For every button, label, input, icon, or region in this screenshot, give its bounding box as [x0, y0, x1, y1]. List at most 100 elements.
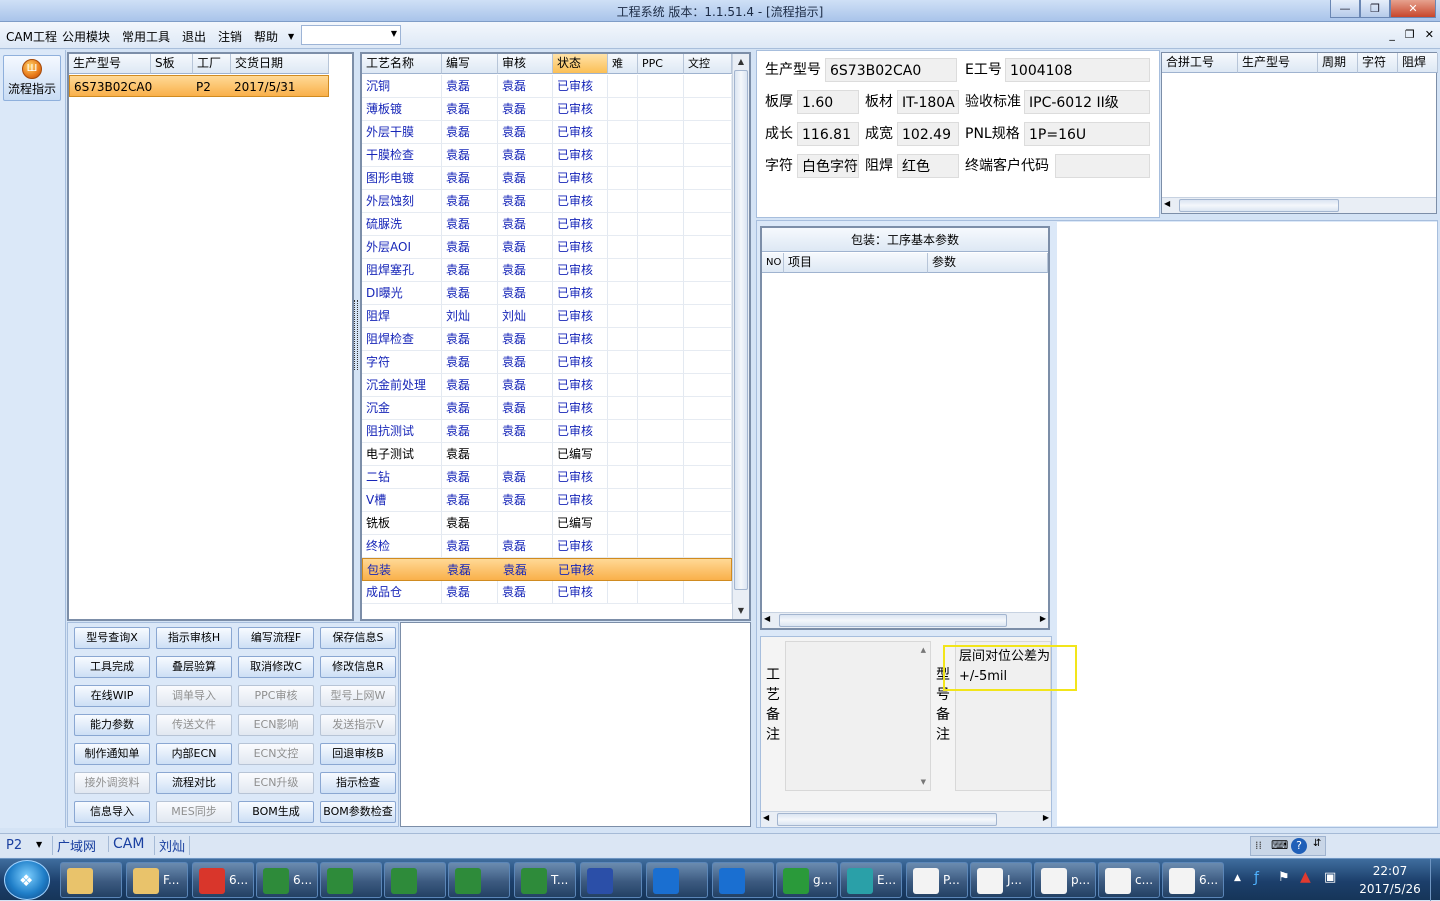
col-header-doc-control[interactable]: 文控	[684, 54, 732, 74]
table-row[interactable]: 图形电镀 袁磊 袁磊 已审核	[362, 167, 732, 190]
value-thickness[interactable]: 1.60	[797, 90, 859, 114]
taskbar-app[interactable]	[646, 862, 708, 898]
process-remark-textarea[interactable]: ▲ ▼	[785, 641, 931, 791]
col-header-merge-no[interactable]: 合拼工号	[1162, 53, 1238, 73]
table-row[interactable]: 终检 袁磊 袁磊 已审核	[362, 535, 732, 558]
action-button[interactable]: ECN影响	[238, 714, 314, 736]
action-button[interactable]: 能力参数	[74, 714, 150, 736]
value-model[interactable]: 6S73B02CA0	[825, 58, 957, 82]
table-row[interactable]: 字符 袁磊 袁磊 已审核	[362, 351, 732, 374]
taskbar-app[interactable]: 6...	[1162, 862, 1224, 898]
action-button[interactable]: 信息导入	[74, 801, 150, 823]
table-row[interactable]: 干膜检查 袁磊 袁磊 已审核	[362, 144, 732, 167]
taskbar-app[interactable]	[580, 862, 642, 898]
value-standard[interactable]: IPC-6012 II级	[1024, 90, 1150, 114]
taskbar-app[interactable]: T...	[514, 862, 576, 898]
action-button[interactable]: 回退审核B	[320, 743, 396, 765]
table-row[interactable]: 电子测试 袁磊 已编写	[362, 443, 732, 466]
mdi-close-icon[interactable]: ✕	[1425, 28, 1434, 41]
taskbar-app[interactable]	[712, 862, 774, 898]
col-header-param[interactable]: 参数	[928, 253, 1048, 273]
action-button[interactable]: 工具完成	[74, 656, 150, 678]
taskbar-app[interactable]: g...	[776, 862, 838, 898]
col-header-factory[interactable]: 工厂	[193, 54, 231, 74]
taskbar-app[interactable]: E...	[840, 862, 902, 898]
col-header-writer[interactable]: 编写	[442, 54, 498, 74]
col-header-s[interactable]: S板	[151, 54, 193, 74]
tray-expand-icon[interactable]: ▲	[1234, 873, 1241, 883]
action-button[interactable]: 内部ECN	[156, 743, 232, 765]
table-row[interactable]: 外层AOI 袁磊 袁磊 已审核	[362, 236, 732, 259]
col-header-merge-model[interactable]: 生产型号	[1238, 53, 1318, 73]
col-header-difficulty[interactable]: 难	[608, 54, 638, 74]
action-button[interactable]: 型号查询X	[74, 627, 150, 649]
close-button[interactable]: ✕	[1390, 0, 1436, 18]
table-row[interactable]: 包装 袁磊 袁磊 已审核	[362, 558, 732, 581]
value-length[interactable]: 116.81	[797, 122, 859, 146]
tray-red-icon[interactable]: ▲	[1300, 869, 1311, 885]
table-row[interactable]: 二钻 袁磊 袁磊 已审核	[362, 466, 732, 489]
menu-help[interactable]: 帮助	[254, 28, 278, 45]
process-scrollbar[interactable]: ▲ ▼	[732, 54, 749, 619]
action-button[interactable]: BOM生成	[238, 801, 314, 823]
action-button[interactable]: 保存信息S	[320, 627, 396, 649]
action-button[interactable]: BOM参数检查	[320, 801, 396, 823]
menu-common-tools[interactable]: 常用工具	[122, 28, 170, 45]
table-row[interactable]: 阻焊 刘灿 刘灿 已审核	[362, 305, 732, 328]
value-customer[interactable]	[1055, 154, 1150, 178]
action-button[interactable]: MES同步	[156, 801, 232, 823]
value-width[interactable]: 102.49	[897, 122, 959, 146]
col-header-merge-char[interactable]: 字符	[1358, 53, 1398, 73]
flow-indicator-button[interactable]: Ш 流程指示	[3, 55, 61, 101]
scroll-left-icon[interactable]: ◀	[763, 813, 769, 822]
scroll-left-icon[interactable]: ◀	[1164, 199, 1170, 208]
value-pnl[interactable]: 1P=16U	[1024, 122, 1150, 146]
action-button[interactable]: ECN文控	[238, 743, 314, 765]
action-button[interactable]: 指示审核H	[156, 627, 232, 649]
scroll-right-icon[interactable]: ▶	[1043, 813, 1049, 822]
col-header-status[interactable]: 状态	[553, 54, 608, 74]
table-row[interactable]: 沉金前处理 袁磊 袁磊 已审核	[362, 374, 732, 397]
action-button[interactable]: 修改信息R	[320, 656, 396, 678]
taskbar-app[interactable]: 6...	[192, 862, 254, 898]
action-button[interactable]: 取消修改C	[238, 656, 314, 678]
mdi-minimize-icon[interactable]: _	[1389, 28, 1395, 41]
action-button[interactable]: 传送文件	[156, 714, 232, 736]
scroll-up-icon[interactable]: ▲	[921, 646, 926, 654]
action-button[interactable]: ECN升级	[238, 772, 314, 794]
clock-time[interactable]: 22:07	[1360, 864, 1420, 878]
table-row[interactable]: 外层蚀刻 袁磊 袁磊 已审核	[362, 190, 732, 213]
status-factory[interactable]: P2	[6, 838, 22, 853]
keyboard-icon[interactable]: ⌨	[1271, 838, 1288, 852]
table-row[interactable]: 外层干膜 袁磊 袁磊 已审核	[362, 121, 732, 144]
action-button[interactable]: 发送指示V	[320, 714, 396, 736]
table-row[interactable]: 成品仓 袁磊 袁磊 已审核	[362, 581, 732, 604]
value-eno[interactable]: 1004108	[1005, 58, 1150, 82]
action-button[interactable]: 在线WIP	[74, 685, 150, 707]
menu-cam[interactable]: CAM工程	[6, 28, 57, 45]
col-header-merge-period[interactable]: 周期	[1318, 53, 1358, 73]
menu-exit[interactable]: 退出	[182, 28, 206, 45]
mdi-restore-icon[interactable]: ❐	[1405, 28, 1415, 41]
col-header-merge-mask[interactable]: 阻焊	[1398, 53, 1438, 73]
options-icon[interactable]: ⇵	[1313, 838, 1321, 849]
action-button[interactable]: 流程对比	[156, 772, 232, 794]
table-row[interactable]: 薄板镀 袁磊 袁磊 已审核	[362, 98, 732, 121]
splitter-handle[interactable]	[354, 300, 358, 370]
action-button[interactable]: PPC审核	[238, 685, 314, 707]
table-row[interactable]: 硫脲洗 袁磊 袁磊 已审核	[362, 213, 732, 236]
action-button[interactable]: 接外调资料	[74, 772, 150, 794]
chevron-down-icon[interactable]: ▼	[36, 840, 42, 849]
scroll-thumb[interactable]	[734, 70, 748, 590]
maximize-button[interactable]: ❐	[1360, 0, 1390, 18]
table-row[interactable]: 铣板 袁磊 已编写	[362, 512, 732, 535]
col-header-item[interactable]: 项目	[784, 253, 928, 273]
action-button[interactable]: 型号上网W	[320, 685, 396, 707]
scroll-left-icon[interactable]: ◀	[764, 614, 770, 623]
taskbar-app[interactable]: c...	[1098, 862, 1160, 898]
action-button[interactable]: 指示检查	[320, 772, 396, 794]
tray-app-icon[interactable]: ƒ	[1254, 870, 1259, 886]
param-hscrollbar[interactable]: ◀ ▶	[762, 612, 1048, 628]
table-row[interactable]: 阻抗测试 袁磊 袁磊 已审核	[362, 420, 732, 443]
table-row[interactable]: 6S73B02CA0 P2 2017/5/31	[69, 75, 329, 97]
